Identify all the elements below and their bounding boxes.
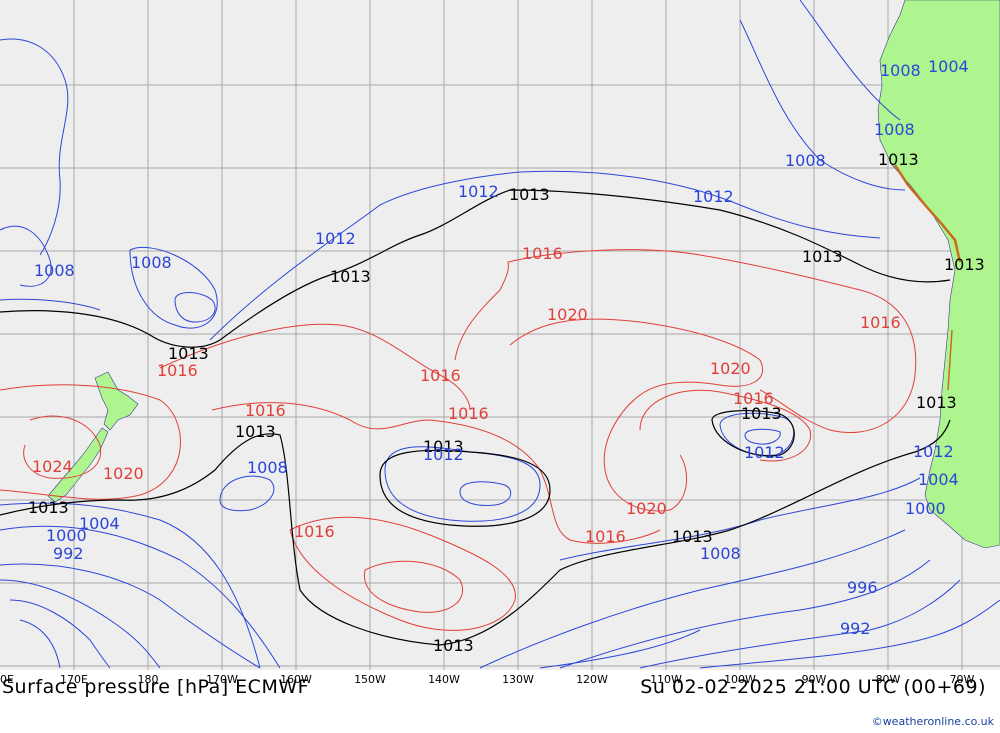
isobar-label: 1012	[744, 443, 785, 462]
isobar-label: 1000	[905, 499, 946, 518]
isobar-label: 1024	[32, 457, 73, 476]
isobar-label: 1013	[235, 422, 276, 441]
isobar-label: 1013	[28, 498, 69, 517]
isobar-label: 1004	[918, 470, 959, 489]
isobar-label: 1004	[928, 57, 969, 76]
isobar-label: 1016	[585, 527, 626, 546]
isobar-label: 1008	[785, 151, 826, 170]
isobar-label: 1013	[509, 185, 550, 204]
isobar-label: 1013	[330, 267, 371, 286]
isobar-label: 1016	[245, 401, 286, 420]
isobar-label: 1013	[916, 393, 957, 412]
isobar-label: 1012	[315, 229, 356, 248]
isobar-label: 1016	[733, 389, 774, 408]
isobar-label: 1000	[46, 526, 87, 545]
isobar-label: 1008	[874, 120, 915, 139]
isobar-label: 1016	[860, 313, 901, 332]
isobar-label: 1013	[433, 636, 474, 655]
isobar-label: 1016	[294, 522, 335, 541]
isobar-label: 1016	[420, 366, 461, 385]
isobar-label: 1012	[458, 182, 499, 201]
source-credit: ©weatheronline.co.uk	[871, 715, 994, 728]
isobar-label: 996	[847, 578, 878, 597]
pressure-map: 1013 1013 1013 1013 1013 1013 1013 1013 …	[0, 0, 1000, 670]
isobar-label: 1020	[626, 499, 667, 518]
isobar-label: 1013	[802, 247, 843, 266]
isobar-label: 1013	[878, 150, 919, 169]
isobar-label: 1008	[131, 253, 172, 272]
isobar-label: 1020	[710, 359, 751, 378]
isobar-label: 1008	[247, 458, 288, 477]
lon-label: 140W	[428, 673, 460, 686]
isobar-label: 1020	[547, 305, 588, 324]
map-title: Surface pressure [hPa] ECMWF	[2, 676, 310, 698]
lon-label: 150W	[354, 673, 386, 686]
lon-label: 120W	[576, 673, 608, 686]
forecast-valid-time: Su 02-02-2025 21:00 UTC (00+69)	[640, 676, 986, 698]
isobar-label: 1020	[103, 464, 144, 483]
isobar-label: 1013	[944, 255, 985, 274]
isobar-label: 1008	[700, 544, 741, 563]
isobar-label: 1016	[522, 244, 563, 263]
isobar-label: 992	[53, 544, 84, 563]
lon-label: 130W	[502, 673, 534, 686]
isobar-label: 992	[840, 619, 871, 638]
isobar-label: 1016	[157, 361, 198, 380]
isobar-label: 1012	[423, 445, 464, 464]
isobar-label: 1008	[880, 61, 921, 80]
isobar-label: 1012	[913, 442, 954, 461]
isobar-label: 1012	[693, 187, 734, 206]
isobar-label: 1016	[448, 404, 489, 423]
isobar-label: 1008	[34, 261, 75, 280]
